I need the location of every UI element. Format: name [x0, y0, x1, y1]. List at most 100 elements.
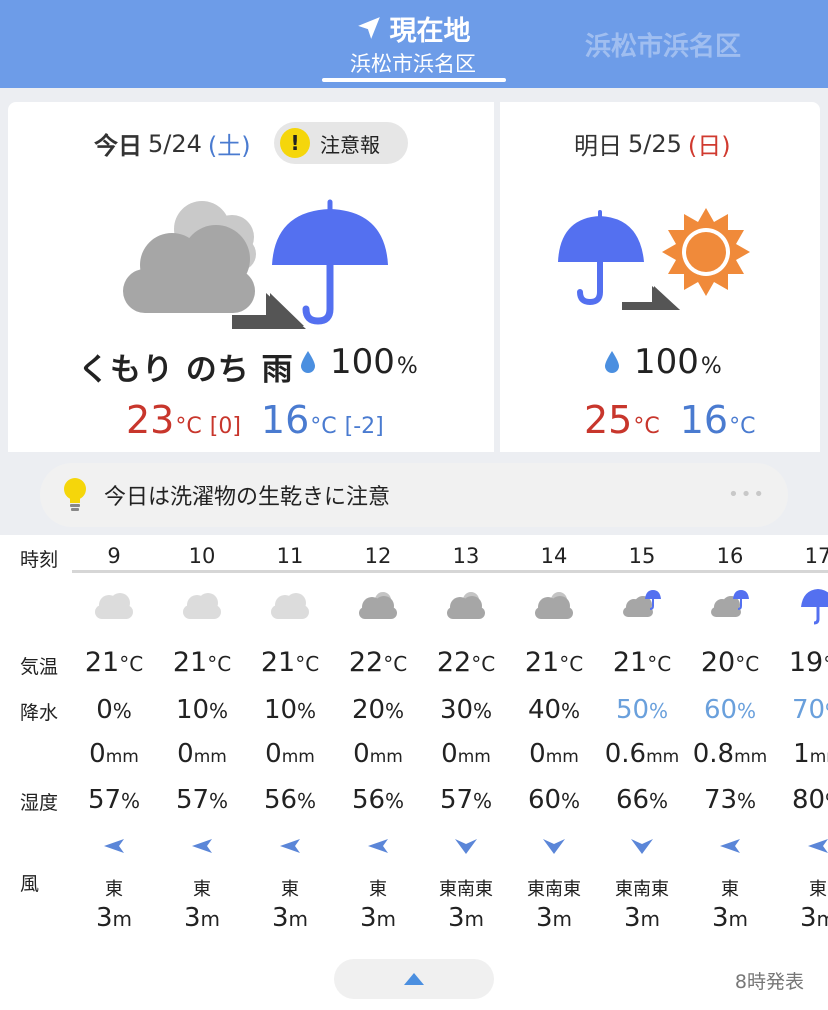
more-options-icon[interactable]: ••• [728, 484, 766, 505]
tomorrow-label: 明日 [574, 132, 622, 160]
tomorrow-pop-unit: % [700, 354, 722, 379]
wind-speed-cell: 3m [246, 903, 334, 933]
header-bar: 現在地 浜松市浜名区 浜松市浜名区 [0, 0, 828, 88]
wind-direction-arrow-icon [422, 838, 510, 860]
humidity-unit: % [473, 789, 493, 813]
advice-banner[interactable]: 今日は洗濯物の生乾きに注意 ••• [40, 463, 788, 527]
hour-label: 11 [246, 544, 334, 568]
tab-saved-location[interactable]: 浜松市浜名区 [585, 26, 741, 63]
pop-value: 40 [527, 695, 562, 725]
humidity-cell: 57% [158, 785, 246, 815]
pop-value: 70 [791, 695, 826, 725]
tomorrow-pop-value: 100 [634, 342, 699, 382]
today-high: 23 [126, 398, 175, 442]
precip-amount-cell: 0mm [70, 739, 158, 769]
cloud-rain-icon [598, 587, 686, 623]
temp-cell: 21°C [598, 647, 686, 678]
cloud-light-icon [246, 591, 334, 625]
warning-badge[interactable]: ! 注意報 [274, 122, 408, 164]
humidity-cell: 66% [598, 785, 686, 815]
precip-amount-unit: mm [646, 747, 680, 767]
raindrop-icon [605, 351, 619, 373]
temp-value: 21 [84, 647, 120, 678]
today-high-diff: [0] [209, 414, 241, 439]
today-forecast: くもり のち 雨 [78, 352, 294, 388]
temp-unit: °C [295, 652, 320, 676]
hour-value: 14 [540, 544, 568, 568]
hour-value: 16 [716, 544, 744, 568]
pop-cell: 70% [774, 695, 828, 725]
cloud-light-icon [70, 591, 158, 625]
precip-amount-cell: 1mm [774, 739, 828, 769]
precip-amount-unit: mm [734, 747, 768, 767]
umbrella-icon [272, 199, 388, 325]
wind-direction-arrow-icon [686, 838, 774, 858]
pop-unit: % [473, 699, 493, 723]
today-low-diff: [-2] [344, 414, 384, 439]
pop-cell: 10% [246, 695, 334, 725]
hour-label: 13 [422, 544, 510, 568]
pop-unit: % [737, 699, 757, 723]
precip-amount-value: 0 [265, 739, 282, 769]
hourly-forecast-table[interactable]: 時刻 気温 降水 湿度 風 9 21°C 0% 0mm 57% 東 3m 10 21°C 10% 0… [0, 535, 828, 935]
wind-speed-value: 3 [447, 903, 465, 933]
tab-current-location[interactable]: 現在地 浜松市浜名区 [320, 10, 506, 86]
precip-amount-value: 0 [529, 739, 546, 769]
humidity-unit: % [209, 789, 229, 813]
advice-text: 今日は洗濯物の生乾きに注意 [104, 485, 391, 510]
wind-speed-value: 3 [271, 903, 289, 933]
hour-value: 11 [276, 544, 304, 568]
tomorrow-dow: (日) [687, 132, 731, 160]
precip-amount-cell: 0mm [510, 739, 598, 769]
humidity-unit: % [121, 789, 141, 813]
wind-direction-arrow-icon [246, 838, 334, 858]
temp-cell: 21°C [158, 647, 246, 678]
hour-divider [72, 570, 828, 573]
today-high-unit: °C [175, 414, 202, 439]
hour-value: 13 [452, 544, 480, 568]
humidity-unit: % [561, 789, 581, 813]
today-dow: (土) [207, 132, 251, 160]
pop-cell: 40% [510, 695, 598, 725]
wind-direction-cell: 東 [70, 875, 158, 901]
today-card[interactable]: 今日 5/24 (土) ! 注意報 くもり のち 雨 100 % 23 °C [… [8, 102, 494, 452]
wind-direction-arrow-icon [334, 838, 422, 858]
chevron-up-icon [404, 973, 424, 985]
wind-direction-value: 東 [105, 879, 123, 900]
pop-unit: % [297, 699, 317, 723]
temp-cell: 21°C [510, 647, 598, 678]
cloud-icon [510, 591, 598, 625]
humidity-value: 57 [175, 785, 210, 815]
pop-value: 30 [439, 695, 474, 725]
then-arrow-icon [622, 286, 680, 310]
temp-value: 19 [788, 647, 824, 678]
hour-value: 15 [628, 544, 656, 568]
pop-unit: % [385, 699, 405, 723]
precip-amount-cell: 0.6mm [598, 739, 686, 769]
today-date-row: 今日 5/24 (土) [94, 126, 251, 161]
precip-amount-unit: mm [193, 747, 227, 767]
wind-speed-unit: m [816, 907, 828, 931]
wind-row-label: 風 [20, 873, 40, 895]
today-pop-unit: % [396, 354, 418, 379]
cloudy-then-rain-icon [123, 199, 388, 329]
tomorrow-pop: 100 % [604, 342, 722, 382]
collapse-button[interactable] [334, 959, 494, 999]
today-low-unit: °C [310, 414, 337, 439]
hour-value: 9 [107, 544, 121, 568]
tomorrow-card[interactable]: 明日 5/25 (日) 100 % 25 °C 16 °C [500, 102, 820, 452]
humidity-value: 80 [791, 785, 826, 815]
tomorrow-date: 5/25 [628, 129, 682, 158]
raindrop-icon [301, 351, 315, 373]
temp-row-label: 気温 [20, 656, 59, 678]
hour-value: 10 [188, 544, 216, 568]
wind-direction-value: 東南東 [439, 879, 493, 900]
humidity-unit: % [737, 789, 757, 813]
wind-speed-cell: 3m [510, 903, 598, 933]
hour-label: 17 [774, 544, 828, 568]
pop-unit: % [209, 699, 229, 723]
wind-speed-value: 3 [535, 903, 553, 933]
humidity-cell: 57% [422, 785, 510, 815]
hour-label: 9 [70, 544, 158, 568]
wind-direction-arrow-icon [774, 838, 828, 858]
